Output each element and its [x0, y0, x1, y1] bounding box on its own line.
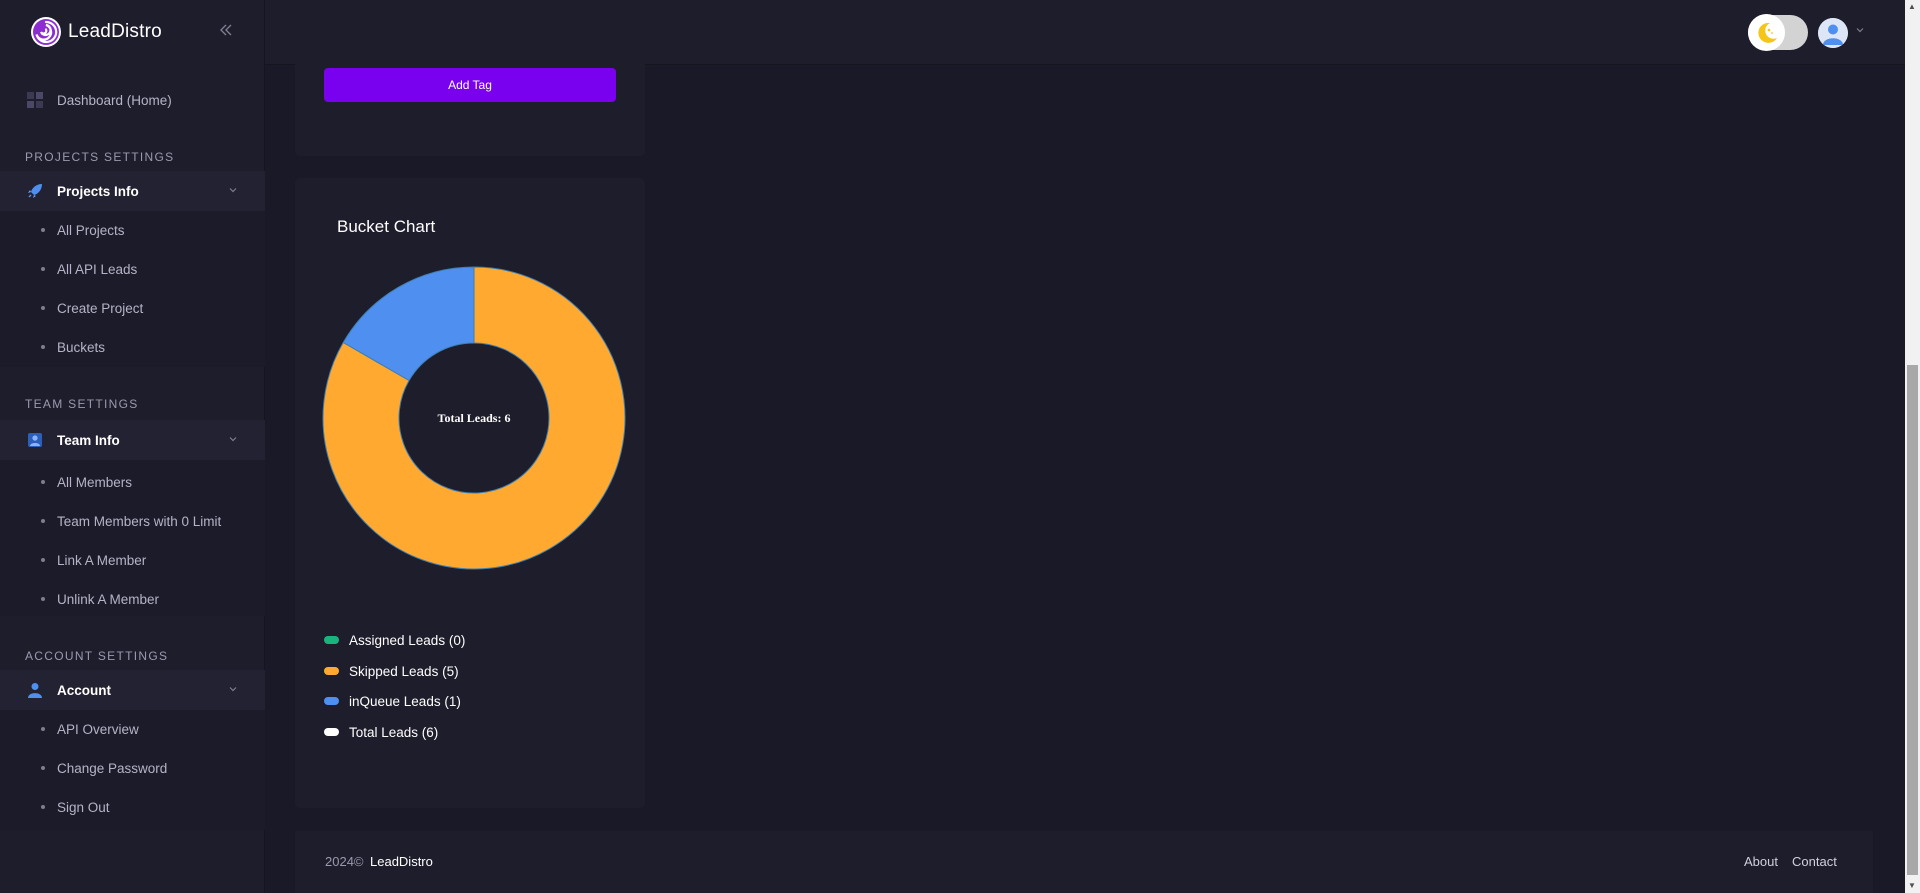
sidebar-item-label: Account [57, 682, 111, 698]
bullet [41, 267, 45, 271]
legend-item-total[interactable]: Total Leads (6) [324, 723, 438, 741]
sidebar-subitem-sign-out[interactable]: Sign Out [0, 791, 265, 823]
sidebar-subitem-label: Sign Out [57, 799, 110, 815]
sidebar-subitem-api-overview[interactable]: API Overview [0, 713, 265, 745]
sidebar-item-team-info[interactable]: Team Info [0, 420, 265, 460]
sidebar-subitem-all-members[interactable]: All Members [0, 466, 265, 498]
bullet [41, 345, 45, 349]
section-heading-team: TEAM SETTINGS [25, 397, 139, 411]
sidebar-subitem-label: Team Members with 0 Limit [57, 513, 222, 529]
sidebar-subitem-buckets[interactable]: Buckets [0, 331, 265, 363]
rocket-icon [28, 184, 42, 198]
sidebar-subitem-all-api-leads[interactable]: All API Leads [0, 253, 265, 285]
chart-center-label: Total Leads: 6 [438, 411, 511, 425]
section-heading-projects: PROJECTS SETTINGS [25, 150, 175, 164]
sidebar-item-projects-info[interactable]: Projects Info [0, 171, 265, 211]
scrollbar-thumb[interactable] [1907, 365, 1918, 875]
sidebar-subitem-all-projects[interactable]: All Projects [0, 214, 265, 246]
footer-brand-link[interactable]: LeadDistro [370, 854, 433, 869]
sidebar-subitem-label: All Members [57, 474, 133, 490]
chart-title: Bucket Chart [337, 217, 436, 236]
collapse-sidebar-icon[interactable] [218, 22, 236, 40]
chevron-down-icon [228, 434, 238, 447]
footer-contact-link[interactable]: Contact [1792, 854, 1837, 869]
bullet [41, 597, 45, 601]
chevron-down-icon [228, 185, 238, 198]
sidebar-subitem-label: API Overview [57, 721, 139, 737]
sidebar-subitem-link-member[interactable]: Link A Member [0, 544, 265, 576]
user-icon [28, 683, 42, 698]
scroll-down-arrow-icon[interactable]: ▼ [1908, 881, 1916, 890]
brand-name: LeadDistro [68, 21, 162, 42]
chevron-down-icon [228, 684, 238, 697]
bucket-donut-chart: Total Leads: 6 [322, 266, 626, 570]
bullet [41, 766, 45, 770]
bullet [41, 480, 45, 484]
footer-year: 2024© [325, 854, 364, 869]
sidebar-subitem-label: Buckets [57, 339, 106, 355]
sidebar-subitem-label: Link A Member [57, 552, 147, 568]
moon-icon [1748, 14, 1785, 51]
sidebar-subitem-change-password[interactable]: Change Password [0, 752, 265, 784]
sidebar-subitem-label: All API Leads [57, 261, 138, 277]
add-tag-button[interactable]: Add Tag [324, 68, 616, 102]
brand-logo[interactable]: LeadDistro [30, 16, 162, 48]
sidebar-item-label: Dashboard (Home) [57, 92, 172, 108]
legend-swatch [324, 667, 339, 675]
legend-item-inqueue[interactable]: inQueue Leads (1) [324, 692, 461, 710]
legend-label: inQueue Leads (1) [349, 693, 461, 709]
legend-item-assigned[interactable]: Assigned Leads (0) [324, 631, 465, 649]
legend-label: Assigned Leads (0) [349, 632, 466, 648]
sidebar-subitem-create-project[interactable]: Create Project [0, 292, 265, 324]
sidebar-item-label: Projects Info [57, 183, 139, 199]
bullet [41, 306, 45, 310]
legend-swatch [324, 728, 339, 736]
page-footer: 2024© LeadDistro About Contact [295, 831, 1873, 893]
theme-toggle[interactable] [1748, 14, 1808, 51]
spiral-logo-icon [31, 17, 61, 47]
sidebar-subitem-label: All Projects [57, 222, 125, 238]
legend-item-skipped[interactable]: Skipped Leads (5) [324, 662, 459, 680]
footer-about-link[interactable]: About [1744, 854, 1778, 869]
scroll-up-arrow-icon[interactable]: ▲ [1908, 2, 1916, 11]
sidebar-subitem-label: Create Project [57, 300, 144, 316]
sidebar-subitem-label: Unlink A Member [57, 591, 160, 607]
top-header [265, 0, 1905, 65]
legend-label: Total Leads (6) [349, 724, 439, 740]
bullet [41, 228, 45, 232]
legend-label: Skipped Leads (5) [349, 663, 459, 679]
user-avatar-icon[interactable] [1818, 18, 1848, 48]
section-heading-account: ACCOUNT SETTINGS [25, 649, 169, 663]
sidebar: LeadDistro Dashboard (Home) PROJECTS SET… [0, 0, 265, 893]
sidebar-subitem-unlink-member[interactable]: Unlink A Member [0, 583, 265, 615]
sidebar-item-dashboard[interactable]: Dashboard (Home) [0, 80, 265, 120]
team-icon [28, 433, 42, 447]
bullet [41, 519, 45, 523]
legend-swatch [324, 636, 339, 644]
sidebar-item-account[interactable]: Account [0, 670, 265, 710]
bullet [41, 805, 45, 809]
chevron-down-icon[interactable] [1855, 25, 1865, 38]
page-scrollbar[interactable]: ▲ ▼ [1905, 0, 1920, 893]
bullet [41, 558, 45, 562]
sidebar-subitem-team-members-zero-limit[interactable]: Team Members with 0 Limit [0, 505, 265, 537]
legend-swatch [324, 697, 339, 705]
sidebar-item-label: Team Info [57, 432, 120, 448]
bullet [41, 727, 45, 731]
dashboard-icon [27, 92, 43, 108]
sidebar-subitem-label: Change Password [57, 760, 168, 776]
